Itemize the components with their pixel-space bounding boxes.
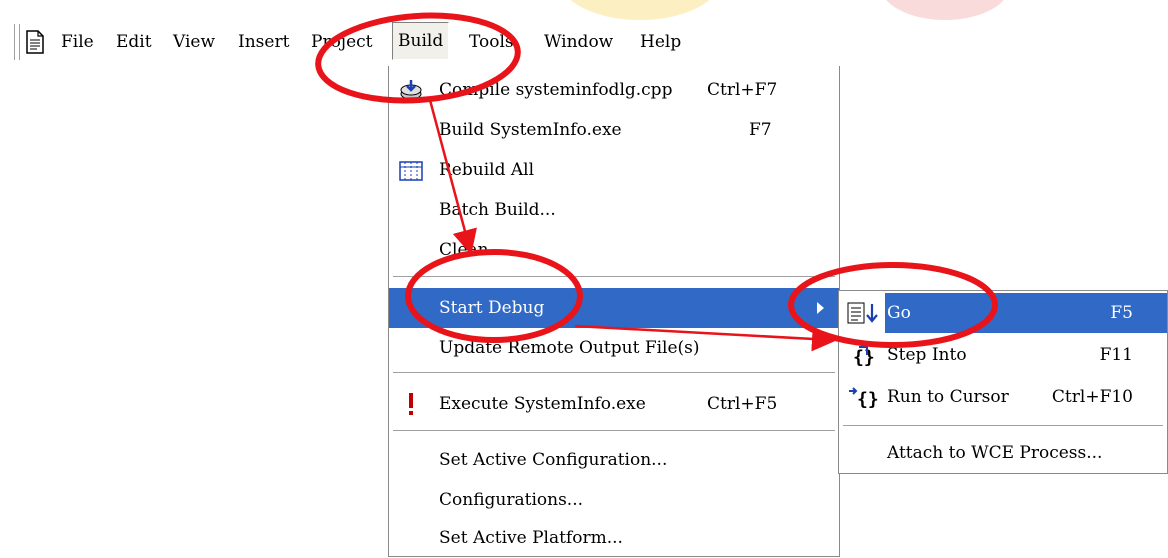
menu-item-label: Rebuild All [439,160,535,180]
rebuild-icon [399,161,423,181]
menu-item-label: Batch Build... [439,200,556,220]
menu-item-label: Configurations... [439,490,584,510]
menu-item-rebuild-all[interactable]: Rebuild All [389,150,839,190]
background-decoration [880,0,1010,20]
exclamation-icon [409,393,413,415]
menu-item-start-debug[interactable]: Start Debug [389,288,839,328]
background-decoration [560,0,720,20]
menu-item-label: Update Remote Output File(s) [439,338,700,358]
menu-item-execute[interactable]: Execute SystemInfo.exe Ctrl+F5 [389,384,839,424]
menu-separator [393,276,835,278]
menu-bar: File Edit View Insert Project Build Tool… [0,20,845,66]
menu-build[interactable]: Build [392,22,450,60]
submenu-item-shortcut: F5 [1110,303,1133,323]
build-menu-dropdown: Compile systeminfodlg.cpp Ctrl+F7 Build … [388,66,840,557]
toolbar-grip[interactable] [19,24,24,60]
menu-item-shortcut: Ctrl+F7 [707,80,778,100]
menu-tools[interactable]: Tools [469,30,514,54]
submenu-item-label: Step Into [887,345,967,365]
menu-item-shortcut: Ctrl+F5 [707,394,778,414]
document-icon[interactable] [25,30,45,54]
menu-item-compile[interactable]: Compile systeminfodlg.cpp Ctrl+F7 [389,70,839,110]
step-into-icon: {} [853,346,875,367]
menu-item-label: Clean [439,240,489,260]
submenu-item-run-to-cursor[interactable]: {} Run to Cursor Ctrl+F10 [839,377,1167,417]
menu-item-label: Set Active Configuration... [439,450,668,470]
submenu-item-label: Go [887,303,911,323]
menu-project[interactable]: Project [311,30,372,54]
menu-item-shortcut: F7 [749,120,772,140]
submenu-item-label: Attach to WCE Process... [887,443,1103,463]
menu-item-batch-build[interactable]: Batch Build... [389,190,839,230]
run-to-cursor-icon: {} [849,387,879,409]
menu-window[interactable]: Window [544,30,613,54]
menu-edit[interactable]: Edit [116,30,152,54]
menu-help[interactable]: Help [640,30,681,54]
menu-item-configurations[interactable]: Configurations... [389,480,839,520]
menu-separator [393,430,835,432]
go-icon [847,302,878,324]
menu-item-set-active-config[interactable]: Set Active Configuration... [389,440,839,480]
submenu-item-go[interactable]: Go F5 [839,293,1167,333]
menu-file[interactable]: File [61,30,94,54]
menu-item-build[interactable]: Build SystemInfo.exe F7 [389,110,839,150]
compile-icon [400,80,422,100]
start-debug-submenu: Go F5 {} Step Into F11 {} Run to Cursor … [838,290,1168,474]
svg-text:{}: {} [857,389,879,409]
menu-view[interactable]: View [173,30,215,54]
menu-item-clean[interactable]: Clean [389,230,839,270]
menu-insert[interactable]: Insert [238,30,289,54]
menu-item-label: Execute SystemInfo.exe [439,394,646,414]
submenu-item-shortcut: Ctrl+F10 [1051,387,1133,407]
submenu-item-step-into[interactable]: {} Step Into F11 [839,335,1167,375]
submenu-item-shortcut: F11 [1099,345,1133,365]
menu-item-label: Build SystemInfo.exe [439,120,622,140]
menu-item-update-remote[interactable]: Update Remote Output File(s) [389,328,839,368]
menu-separator [393,372,835,374]
menu-item-label: Compile systeminfodlg.cpp [439,80,673,100]
menu-separator [843,425,1163,427]
submenu-arrow-icon [817,302,824,314]
menu-item-label: Set Active Platform... [439,528,623,548]
submenu-item-label: Run to Cursor [887,387,1009,407]
menu-item-set-active-platform[interactable]: Set Active Platform... [389,518,839,558]
menu-item-label: Start Debug [439,298,545,318]
svg-text:{}: {} [853,347,875,367]
submenu-item-attach-wce[interactable]: Attach to WCE Process... [839,433,1167,473]
